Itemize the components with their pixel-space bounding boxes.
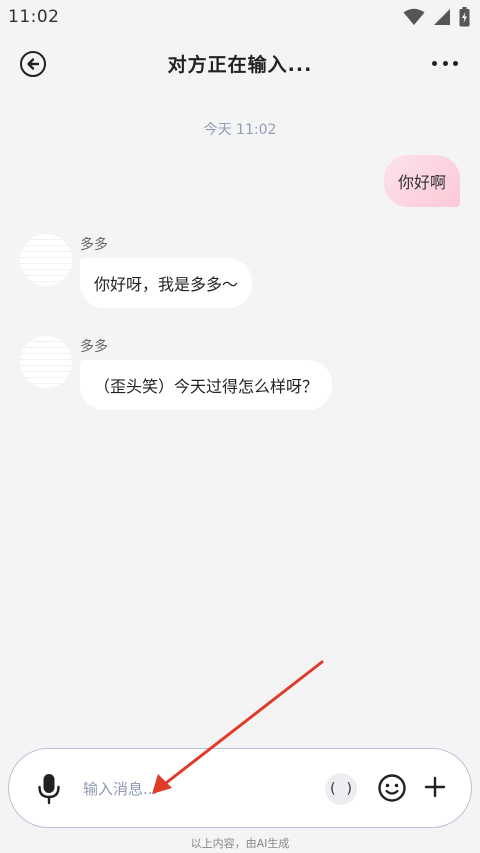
chat-header: 对方正在输入... [0, 36, 480, 90]
sender-name: 多多 [80, 339, 108, 355]
signal-icon [434, 9, 450, 25]
action-toggle-button[interactable]: ( ) [325, 773, 357, 805]
message-input[interactable] [83, 773, 283, 805]
smiley-icon [378, 774, 406, 802]
status-icons [403, 7, 470, 27]
battery-icon [459, 7, 470, 27]
status-bar: 11:02 [0, 0, 480, 34]
outgoing-message-bubble[interactable]: 你好啊 [383, 155, 460, 207]
microphone-icon [38, 774, 60, 805]
page-title: 对方正在输入... [167, 53, 313, 76]
message-input-bar: ( ) [8, 748, 472, 828]
avatar[interactable] [20, 234, 72, 286]
incoming-message-bubble[interactable]: （歪头笑）今天过得怎么样呀？ [80, 360, 333, 410]
more-dot [442, 60, 448, 66]
sender-name: 多多 [80, 237, 108, 253]
emoji-button[interactable] [377, 773, 407, 803]
more-dot [453, 60, 458, 66]
more-dots-icon [432, 60, 437, 66]
plus-icon [424, 776, 446, 798]
chat-timestamp: 今天 11:02 [203, 122, 277, 138]
ai-generated-note: 以上内容，由AI生成 [190, 837, 290, 850]
status-time: 11:02 [8, 7, 60, 27]
add-attachment-button[interactable] [423, 775, 447, 799]
more-options-button[interactable] [432, 54, 458, 72]
back-button[interactable] [20, 51, 46, 77]
voice-input-button[interactable] [37, 773, 61, 805]
incoming-message-bubble[interactable]: 你好呀，我是多多～ [80, 258, 253, 308]
avatar[interactable] [20, 336, 72, 388]
wifi-icon [403, 8, 425, 25]
back-arrow-icon [27, 58, 40, 70]
